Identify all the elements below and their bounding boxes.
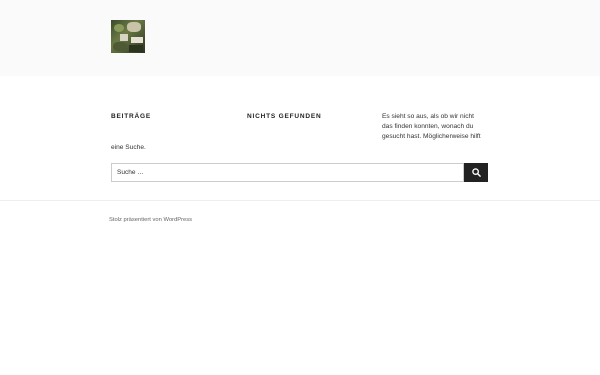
logo-shape bbox=[129, 45, 143, 52]
search-input[interactable] bbox=[111, 163, 464, 182]
search-icon bbox=[471, 168, 481, 177]
site-header bbox=[0, 0, 600, 76]
description-line: gesucht hast. Möglicherweise hilft bbox=[382, 133, 481, 140]
logo-shape bbox=[114, 24, 124, 32]
posts-heading: Beiträge bbox=[111, 113, 151, 120]
description-line: das finden konnten, wonach du bbox=[382, 123, 474, 130]
logo-shape bbox=[120, 34, 128, 41]
search-button[interactable] bbox=[464, 163, 488, 182]
footer-divider bbox=[0, 200, 600, 201]
site-logo[interactable] bbox=[111, 20, 145, 53]
logo-shape bbox=[131, 37, 143, 43]
description-continued: eine Suche. bbox=[111, 144, 146, 151]
not-found-description: Es sieht so aus, als ob wir nicht das fi… bbox=[382, 112, 494, 142]
logo-shape bbox=[113, 42, 127, 51]
description-line: Es sieht so aus, als ob wir nicht bbox=[382, 113, 474, 120]
footer-credit-link[interactable]: Stolz präsentiert von WordPress bbox=[109, 217, 192, 223]
nothing-found-heading: Nichts gefunden bbox=[247, 113, 322, 120]
search-form bbox=[111, 163, 488, 182]
logo-shape bbox=[127, 22, 141, 32]
